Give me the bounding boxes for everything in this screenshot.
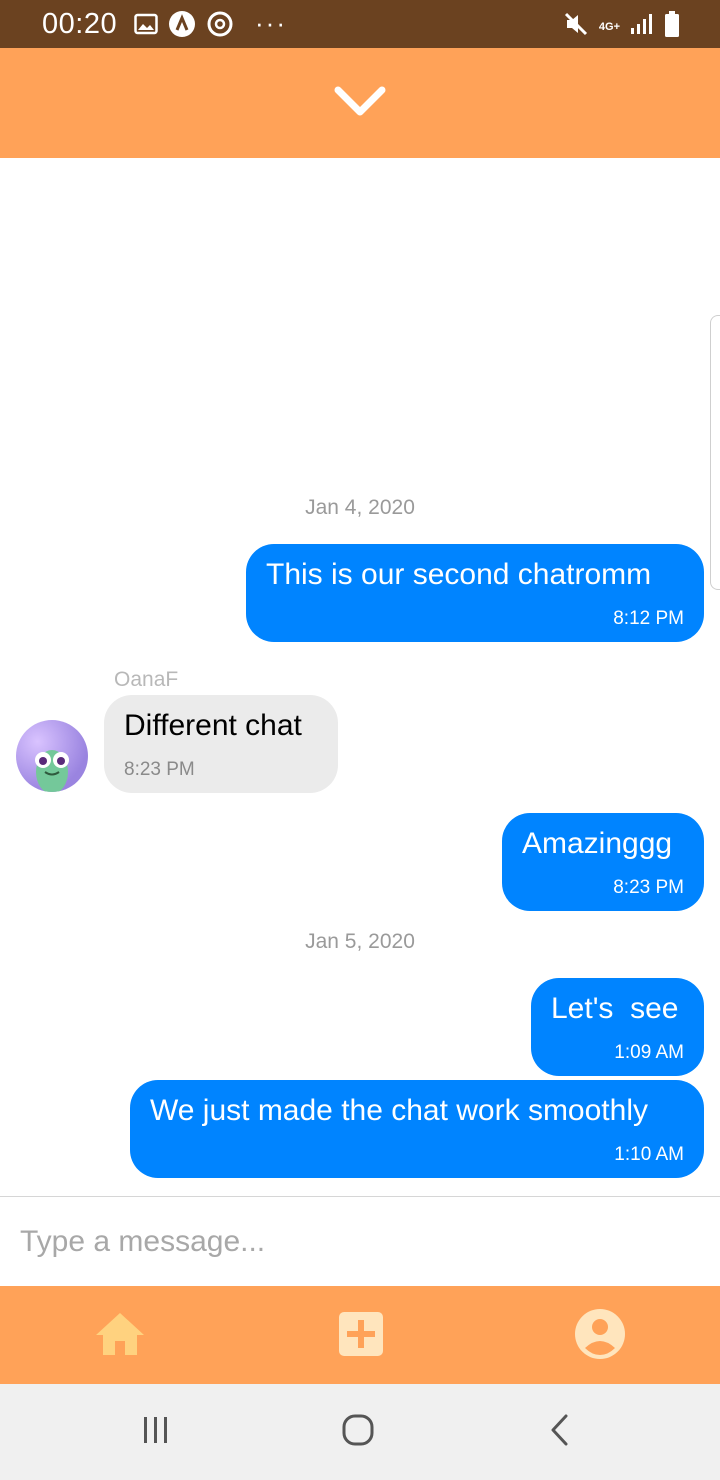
chevron-down-icon	[334, 85, 386, 122]
message-text: Amazinggg	[522, 827, 673, 860]
tab-home[interactable]	[92, 1308, 148, 1364]
message-text: Let's see	[551, 992, 679, 1025]
status-time: 00:20	[42, 8, 118, 40]
top-bar	[0, 48, 720, 158]
signal-icon	[630, 12, 654, 41]
message-time: 1:09 AM	[614, 1042, 684, 1063]
composer	[0, 1196, 720, 1286]
recents-button[interactable]	[126, 1410, 186, 1454]
back-button[interactable]	[530, 1410, 590, 1454]
message-text: We just made the chat work smoothly	[150, 1094, 648, 1127]
message-bubble-incoming[interactable]: Different chat 8:23 PM	[104, 695, 338, 793]
chat-screen: 00:20 ··· 4G+ Jan 4, 2020 This is our se…	[0, 0, 720, 1480]
message-time: 8:12 PM	[613, 608, 684, 629]
message-bubble-outgoing[interactable]: We just made the chat work smoothly 1:10…	[130, 1080, 704, 1178]
overflow-dots: ···	[255, 8, 287, 38]
message-text: This is our second chatromm	[266, 558, 652, 591]
user-circle-icon	[574, 1308, 626, 1365]
message-time: 8:23 PM	[124, 759, 195, 780]
avatar[interactable]	[16, 720, 88, 792]
recents-icon	[141, 1415, 171, 1450]
date-separator: Jan 5, 2020	[305, 930, 415, 953]
home-icon	[94, 1311, 146, 1362]
collapse-button[interactable]	[330, 78, 390, 128]
scroll-indicator[interactable]	[710, 315, 720, 590]
tab-new[interactable]	[333, 1308, 389, 1364]
sender-name: OanaF	[114, 668, 179, 691]
status-bar: 00:20 ··· 4G+	[0, 0, 720, 48]
image-icon	[134, 13, 158, 40]
message-bubble-outgoing[interactable]: Let's see 1:09 AM	[531, 978, 704, 1076]
home-circle-icon	[341, 1413, 375, 1452]
home-nav-button[interactable]	[328, 1410, 388, 1454]
mute-icon	[563, 11, 589, 42]
message-input[interactable]	[20, 1217, 700, 1267]
sync-circle-icon	[206, 10, 234, 43]
message-time: 8:23 PM	[613, 877, 684, 898]
date-separator: Jan 4, 2020	[305, 496, 415, 519]
system-nav-bar	[0, 1384, 720, 1480]
message-bubble-outgoing[interactable]: Amazinggg 8:23 PM	[502, 813, 704, 911]
message-bubble-outgoing[interactable]: This is our second chatromm 8:12 PM	[246, 544, 704, 642]
battery-icon	[664, 10, 680, 43]
network-type: 4G+	[598, 20, 620, 33]
back-icon	[548, 1413, 572, 1452]
tab-profile[interactable]	[572, 1308, 628, 1364]
message-text: Different chat	[124, 709, 302, 742]
tab-bar	[0, 1286, 720, 1384]
plus-square-icon	[338, 1311, 384, 1362]
message-time: 1:10 AM	[614, 1144, 684, 1165]
a-circle-icon	[168, 10, 196, 43]
